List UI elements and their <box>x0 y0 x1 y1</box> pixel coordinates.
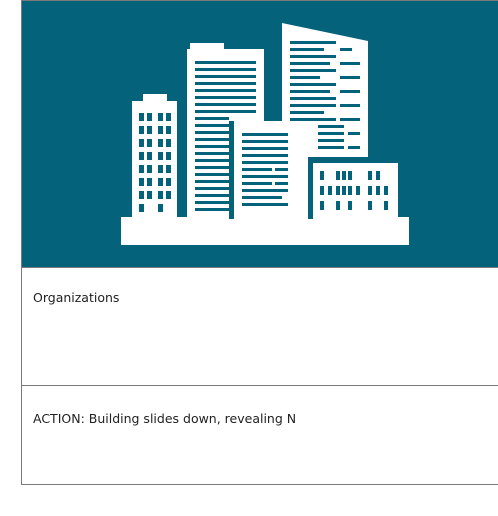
caption-panel: Organizations <box>22 268 498 386</box>
action-panel: ACTION: Building slides down, revealing … <box>22 386 498 485</box>
action-text: ACTION: Building slides down, revealing … <box>33 411 297 426</box>
buildings-icon <box>121 23 409 245</box>
illustration-panel <box>22 0 498 268</box>
caption-text: Organizations <box>33 290 120 305</box>
storyboard-card: Organizations ACTION: Building slides do… <box>21 0 498 485</box>
